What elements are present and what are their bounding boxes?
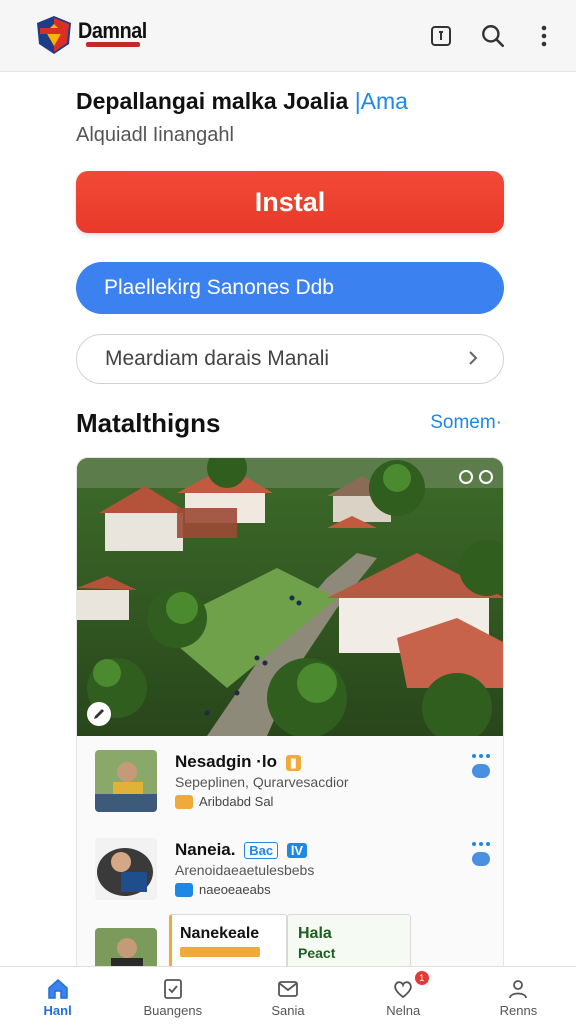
title-text: Depallangai malka Joalia <box>76 88 349 114</box>
meta-icon <box>175 882 193 897</box>
item-meta-text: Aribdabd Sal <box>199 794 274 809</box>
chip-card-bar <box>180 947 260 957</box>
section-title: Matalthigns <box>76 408 221 438</box>
chevron-right-icon <box>469 351 478 365</box>
indicator-dot <box>479 470 493 484</box>
chip-card[interactable]: Hala Peact <box>287 914 411 974</box>
bottom-nav: Hanl Buangens Sania 1 Nelna Renns <box>0 966 576 1024</box>
item-title-text: Nesadgin <box>175 752 252 771</box>
arrow-icon: · <box>495 412 502 433</box>
search-icon[interactable] <box>477 20 509 52</box>
nav-label: Hanl <box>43 1003 72 1018</box>
chip-card[interactable]: Nanekeale <box>169 914 287 974</box>
nav-label: Buangens <box>143 1003 203 1018</box>
photo-indicator[interactable] <box>459 470 493 484</box>
item-badge: ▮ <box>285 754 301 771</box>
more-vert-icon[interactable] <box>528 20 560 52</box>
village-photo[interactable] <box>77 458 504 736</box>
checklist-icon <box>163 979 182 999</box>
item-title: Naneia. Bac lV <box>175 840 308 860</box>
install-button[interactable]: Instal <box>76 171 504 233</box>
toggle-icon <box>472 764 490 778</box>
item-more-button[interactable] <box>471 754 491 778</box>
page-subtitle: Alquiadl Iinangahl <box>76 124 234 146</box>
mail-icon <box>278 981 298 997</box>
secondary-action-button[interactable]: Meardiam darais Manali <box>76 334 504 384</box>
featured-card[interactable]: Nesadgin ·lo ▮ Sepeplinen, Qurarvesacdio… <box>76 457 504 977</box>
primary-action-button[interactable]: Plaellekirg Sanones Ddb <box>76 262 504 314</box>
person-icon <box>509 980 528 999</box>
item-title: Nesadgin ·lo ▮ <box>175 752 301 772</box>
item-tag: lV <box>286 843 308 859</box>
item-title-text: Naneia. <box>175 840 236 859</box>
nav-label: Sania <box>271 1003 305 1018</box>
meta-icon <box>175 794 193 809</box>
heart-icon <box>394 981 412 999</box>
nav-home[interactable]: Hanl <box>0 967 115 1024</box>
chip-card-title: Hala <box>298 925 332 942</box>
title-accent: |Ama <box>354 88 408 114</box>
app-logo <box>37 16 71 54</box>
more-horiz-icon <box>472 754 490 758</box>
home-icon <box>47 978 68 999</box>
nav-label: Renns <box>499 1003 538 1018</box>
nav-buangens[interactable]: Buangens <box>115 967 230 1024</box>
item-more-button[interactable] <box>471 842 491 866</box>
page-title: Depallangai malka Joalia |Ama <box>76 88 408 115</box>
toggle-icon <box>472 852 490 866</box>
item-tag: Bac <box>244 842 279 860</box>
chip-card-subtitle: Peact <box>298 945 336 961</box>
item-thumbnail <box>95 838 157 900</box>
square-arrow-icon[interactable] <box>425 20 457 52</box>
nav-sania[interactable]: Sania <box>230 967 345 1024</box>
item-title-suffix: ·lo <box>256 752 278 771</box>
item-meta: naeoeaeabs <box>175 882 271 897</box>
secondary-action-label: Meardiam darais Manali <box>105 347 330 370</box>
brand-name: Damnal <box>78 18 147 43</box>
see-more-label: Somem <box>430 412 496 433</box>
see-more-link[interactable]: Somem· <box>430 412 502 434</box>
edit-icon[interactable] <box>87 702 111 726</box>
item-thumbnail <box>95 750 157 812</box>
list-item[interactable]: Naneia. Bac lV Arenoidaeaetulesbebs naeo… <box>77 824 503 914</box>
nav-nelna[interactable]: 1 Nelna <box>346 967 461 1024</box>
indicator-dot <box>459 470 473 484</box>
notification-badge: 1 <box>414 971 429 985</box>
list-item[interactable]: Nesadgin ·lo ▮ Sepeplinen, Qurarvesacdio… <box>77 736 503 826</box>
nav-label: Nelna <box>386 1003 421 1018</box>
nav-renns[interactable]: Renns <box>461 967 576 1024</box>
more-horiz-icon <box>472 842 490 846</box>
brand-underline <box>86 42 140 47</box>
item-subtitle: Arenoidaeaetulesbebs <box>175 862 315 878</box>
item-subtitle: Sepeplinen, Qurarvesacdior <box>175 774 349 790</box>
item-meta-text: naeoeaeabs <box>199 882 271 897</box>
item-meta: Aribdabd Sal <box>175 794 273 809</box>
app-bar: Damnal <box>0 0 576 72</box>
chip-card-title: Nanekeale <box>180 925 260 942</box>
